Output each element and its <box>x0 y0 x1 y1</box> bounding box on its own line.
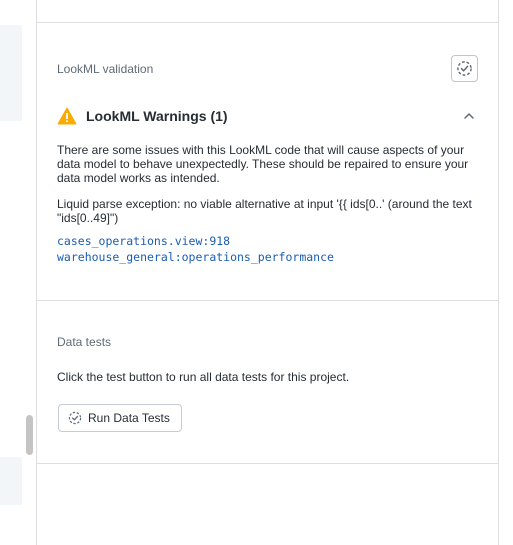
warnings-description: There are some issues with this LookML c… <box>57 143 469 185</box>
validation-panel: LookML validation LookML Warnings (1) Th… <box>36 0 499 545</box>
left-list-row <box>0 25 22 121</box>
divider <box>37 463 498 464</box>
warning-link-explore[interactable]: warehouse_general:operations_performance <box>57 249 334 265</box>
run-data-tests-label: Run Data Tests <box>88 411 170 425</box>
left-list-row <box>0 457 22 505</box>
data-tests-description: Click the test button to run all data te… <box>57 370 350 384</box>
divider <box>37 22 498 23</box>
warning-link-view[interactable]: cases_operations.view:918 <box>57 233 230 249</box>
warnings-title: LookML Warnings (1) <box>86 108 228 124</box>
warnings-header[interactable]: LookML Warnings (1) <box>57 105 477 127</box>
run-data-tests-button[interactable]: Run Data Tests <box>58 404 182 432</box>
warnings-error-message: Liquid parse exception: no viable altern… <box>57 197 472 225</box>
divider <box>37 300 498 301</box>
lookml-validation-title: LookML validation <box>57 62 154 76</box>
scrollbar-thumb[interactable] <box>26 415 33 455</box>
chevron-up-icon[interactable] <box>461 108 477 124</box>
warning-triangle-icon <box>57 107 77 125</box>
data-tests-title: Data tests <box>57 335 112 349</box>
run-tests-icon <box>68 411 82 425</box>
validate-button[interactable] <box>451 55 478 82</box>
validate-check-icon <box>457 61 472 76</box>
